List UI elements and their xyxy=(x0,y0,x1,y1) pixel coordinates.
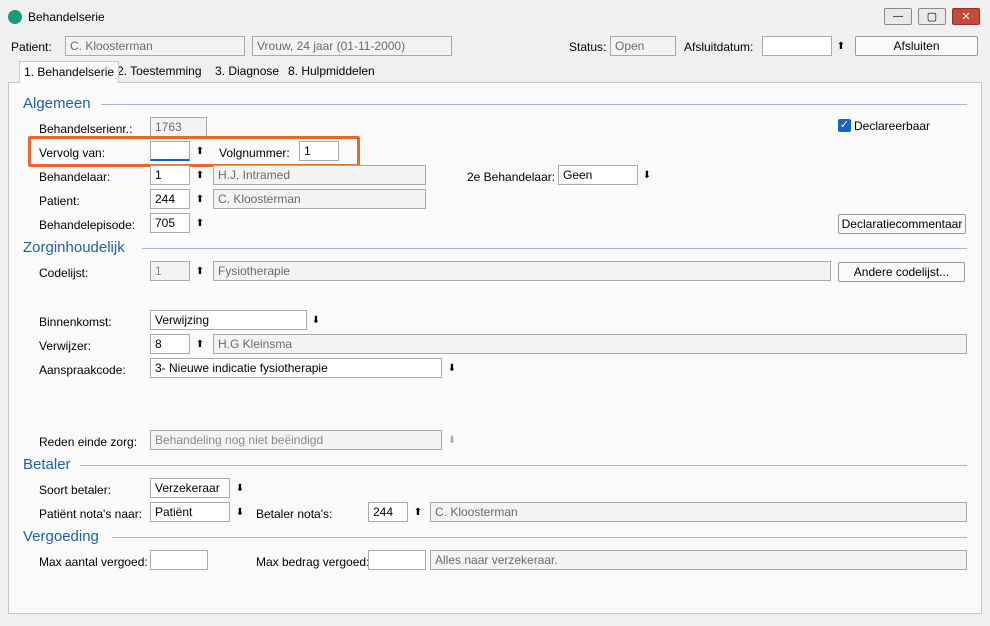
section-algemeen: Algemeen xyxy=(23,95,91,112)
codelijst-lookup-icon[interactable]: ⬆ xyxy=(193,262,207,280)
header-patient-info: Vrouw, 24 jaar (01-11-2000) xyxy=(252,36,452,56)
behandelaar-lookup-icon[interactable]: ⬆ xyxy=(193,166,207,184)
max-aantal-input[interactable] xyxy=(150,550,208,570)
notas-naar-label: Patiënt nota's naar: xyxy=(39,507,143,521)
section-rule xyxy=(101,104,967,105)
section-rule xyxy=(112,537,967,538)
header-patient-label: Patient: xyxy=(11,40,52,54)
episode-label: Behandelepisode: xyxy=(39,218,136,232)
binnenkomst-label: Binnenkomst: xyxy=(39,315,112,329)
declareerbaar-checkbox[interactable]: ✓ xyxy=(838,119,851,132)
declareerbaar-label[interactable]: Declareerbaar xyxy=(854,119,930,133)
title-bar xyxy=(0,0,990,34)
aanspraak-dropdown-icon[interactable]: ⬇ xyxy=(445,359,459,377)
vervolg-label: Vervolg van: xyxy=(39,146,106,160)
behandelserienr-field: 1763 xyxy=(150,117,207,137)
episode-lookup-icon[interactable]: ⬆ xyxy=(193,214,207,232)
max-bedrag-label: Max bedrag vergoed: xyxy=(256,555,370,569)
behandelaar2-label: 2e Behandelaar: xyxy=(467,170,556,184)
section-rule xyxy=(80,465,967,466)
behandelserienr-label: Behandelserienr.: xyxy=(39,122,133,136)
tab-diagnose[interactable]: 3. Diagnose xyxy=(211,61,283,83)
volgnummer-input[interactable]: 1 xyxy=(299,141,339,161)
betaler-notas-name: C. Kloosterman xyxy=(430,502,967,522)
verwijzer-label: Verwijzer: xyxy=(39,339,92,353)
afsluitdatum-lookup-icon[interactable]: ⬆ xyxy=(834,37,848,55)
behandelaar-name: H.J. Intramed xyxy=(213,165,426,185)
behandelaar-label: Behandelaar: xyxy=(39,170,111,184)
aanspraak-label: Aanspraakcode: xyxy=(39,363,126,377)
reden-label: Reden einde zorg: xyxy=(39,435,138,449)
behandelaar2-select[interactable]: Geen xyxy=(558,165,638,185)
soort-betaler-select[interactable]: Verzekeraar xyxy=(150,478,230,498)
reden-dropdown-icon: ⬇ xyxy=(447,434,457,446)
window-title: Behandelserie xyxy=(28,10,105,24)
tab-hulpmiddelen[interactable]: 8. Hulpmiddelen xyxy=(284,61,379,83)
binnenkomst-dropdown-icon[interactable]: ⬇ xyxy=(309,311,323,329)
close-icon: ✕ xyxy=(961,11,971,23)
betaler-notas-lookup-icon[interactable]: ⬆ xyxy=(411,503,425,521)
notas-naar-dropdown-icon[interactable]: ⬇ xyxy=(233,503,247,521)
status-value: Open xyxy=(610,36,676,56)
afsluiten-button[interactable]: Afsluiten xyxy=(855,36,978,56)
notas-naar-select[interactable]: Patiënt xyxy=(150,502,230,522)
tab-behandelserie[interactable]: 1. Behandelserie xyxy=(19,61,120,83)
close-button[interactable]: ✕ xyxy=(952,8,980,25)
section-zorginhoudelijk: Zorginhoudelijk xyxy=(23,239,125,256)
andere-codelijst-button[interactable]: Andere codelijst... xyxy=(838,262,965,282)
betaler-notas-code-input[interactable]: 244 xyxy=(368,502,408,522)
reden-select: Behandeling nog niet beëindigd xyxy=(150,430,442,450)
patient-label: Patient: xyxy=(39,194,80,208)
verwijzer-lookup-icon[interactable]: ⬆ xyxy=(193,335,207,353)
max-bedrag-input[interactable] xyxy=(368,550,426,570)
betaler-notas-label: Betaler nota's: xyxy=(256,507,333,521)
status-label: Status: xyxy=(569,40,607,54)
declaratiecommentaar-button[interactable]: Declaratiecommentaar xyxy=(838,214,966,234)
minimize-icon: — xyxy=(893,10,903,22)
codelijst-label: Codelijst: xyxy=(39,266,89,280)
maximize-icon: ▢ xyxy=(926,11,938,23)
afsluitdatum-input[interactable] xyxy=(762,36,832,56)
verwijzer-name: H.G Kleinsma xyxy=(213,334,967,354)
codelijst-code: 1 xyxy=(150,261,190,281)
behandelaar-code-input[interactable]: 1 xyxy=(150,165,190,185)
section-rule xyxy=(142,248,967,249)
minimize-button[interactable]: — xyxy=(884,8,912,25)
patient-lookup-icon[interactable]: ⬆ xyxy=(193,190,207,208)
soort-betaler-label: Soort betaler: xyxy=(39,483,112,497)
section-vergoeding: Vergoeding xyxy=(23,528,99,545)
codelijst-name: Fysiotherapie xyxy=(213,261,831,281)
app-logo-icon xyxy=(8,10,22,24)
volgnummer-label: Volgnummer: xyxy=(219,146,290,160)
header-patient-name: C. Kloosterman xyxy=(65,36,245,56)
aanspraak-select[interactable]: 3- Nieuwe indicatie fysiotherapie xyxy=(150,358,442,378)
patient-name: C. Kloosterman xyxy=(213,189,426,209)
max-bedrag-note: Alles naar verzekeraar. xyxy=(430,550,967,570)
binnenkomst-select[interactable]: Verwijzing xyxy=(150,310,307,330)
episode-input[interactable]: 705 xyxy=(150,213,190,233)
max-aantal-label: Max aantal vergoed: xyxy=(39,555,148,569)
patient-code-input[interactable]: 244 xyxy=(150,189,190,209)
behandelaar2-dropdown-icon[interactable]: ⬇ xyxy=(640,166,654,184)
verwijzer-code-input[interactable]: 8 xyxy=(150,334,190,354)
vervolg-input[interactable] xyxy=(150,141,190,161)
check-icon: ✓ xyxy=(839,119,850,131)
vervolg-lookup-icon[interactable]: ⬆ xyxy=(193,142,207,160)
tab-toestemming[interactable]: 2. Toestemming xyxy=(113,61,206,83)
maximize-button[interactable]: ▢ xyxy=(918,8,946,25)
afsluitdatum-label: Afsluitdatum: xyxy=(684,40,754,54)
soort-betaler-dropdown-icon[interactable]: ⬇ xyxy=(233,479,247,497)
section-betaler: Betaler xyxy=(23,456,71,473)
